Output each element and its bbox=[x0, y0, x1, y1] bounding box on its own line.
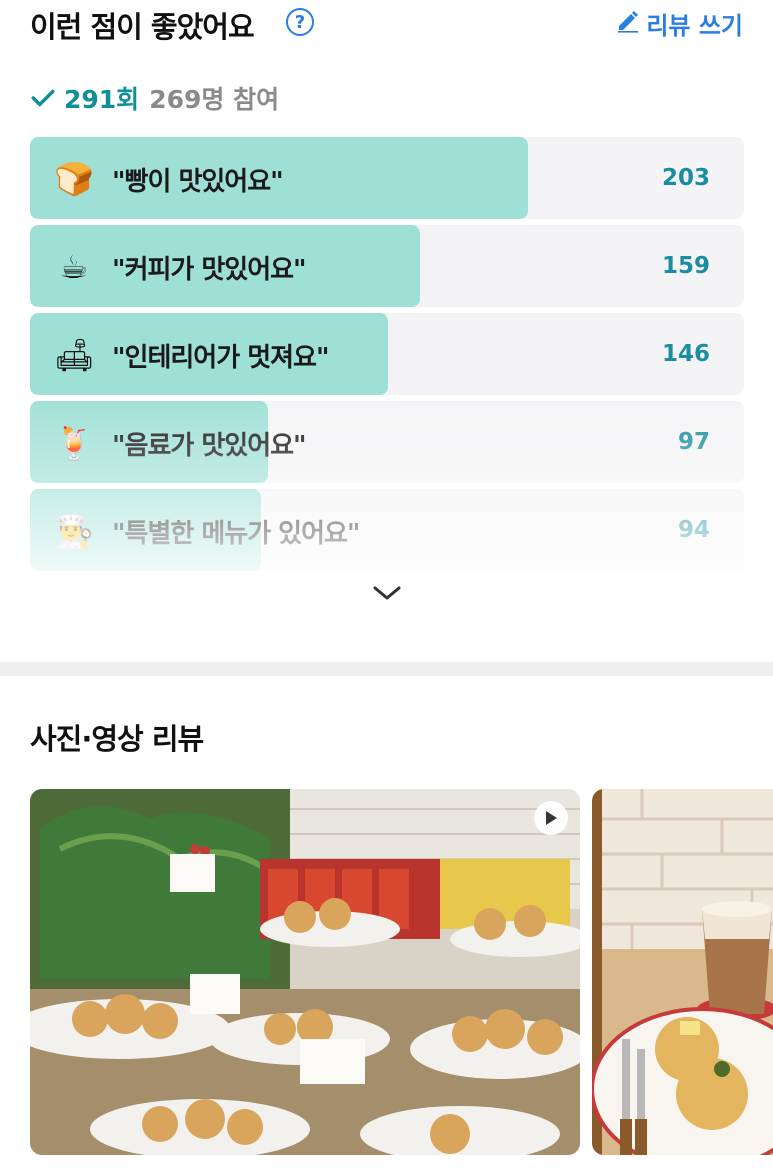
expand-more-button[interactable] bbox=[367, 583, 407, 613]
vote-count: 97 bbox=[677, 429, 710, 455]
photo-review-video-thumbnail[interactable] bbox=[30, 789, 580, 1155]
vote-label: "음료가 맛있어요" bbox=[112, 431, 307, 461]
check-icon bbox=[30, 85, 56, 111]
review-keywords-header: 이런 점이 좋았어요 ? 리뷰 쓰기 bbox=[30, 0, 743, 44]
write-review-label: 리뷰 쓰기 bbox=[646, 12, 743, 40]
vote-summary: 291회 269명 참여 bbox=[30, 80, 279, 116]
section-title-photo-reviews: 사진·영상 리뷰 bbox=[30, 722, 204, 756]
vote-count: 94 bbox=[677, 517, 710, 543]
sofa-icon: 🛋 bbox=[54, 336, 95, 374]
vote-count: 146 bbox=[661, 341, 710, 367]
write-review-button[interactable]: 리뷰 쓰기 bbox=[616, 6, 743, 41]
bread-icon: 🍞 bbox=[54, 160, 94, 198]
pencil-icon bbox=[616, 9, 640, 39]
participant-count: 269명 참여 bbox=[149, 85, 280, 114]
chef-icon: 👨‍🍳 bbox=[54, 512, 94, 550]
help-icon[interactable]: ? bbox=[286, 8, 314, 36]
vote-item-coffee[interactable]: ☕ "커피가 맛있어요" 159 bbox=[30, 225, 744, 307]
tropical-drink-icon: 🍹 bbox=[54, 424, 94, 462]
vote-item-bread[interactable]: 🍞 "빵이 맛있어요" 203 bbox=[30, 137, 744, 219]
vote-count: 159 bbox=[661, 253, 710, 279]
vote-item-special-menu[interactable]: 👨‍🍳 "특별한 메뉴가 있어요" 94 bbox=[30, 489, 744, 571]
coffee-icon: ☕ bbox=[59, 248, 89, 286]
vote-count: 203 bbox=[661, 165, 710, 191]
vote-list: 🍞 "빵이 맛있어요" 203 ☕ "커피가 맛있어요" 159 🛋 "인테리어… bbox=[30, 137, 744, 577]
vote-label: "인테리어가 멋져요" bbox=[112, 343, 330, 373]
vote-item-drink[interactable]: 🍹 "음료가 맛있어요" 97 bbox=[30, 401, 744, 483]
total-votes: 291회 bbox=[64, 85, 140, 114]
photo-review-thumbnail[interactable] bbox=[592, 789, 773, 1155]
vote-label: "빵이 맛있어요" bbox=[112, 167, 284, 197]
play-icon[interactable] bbox=[534, 801, 568, 835]
vote-label: "커피가 맛있어요" bbox=[112, 255, 307, 285]
chevron-down-icon bbox=[373, 586, 401, 600]
bakery-display-image bbox=[30, 789, 580, 1155]
section-title-keywords: 이런 점이 좋았어요 bbox=[30, 10, 255, 44]
photo-review-carousel[interactable] bbox=[30, 789, 773, 1155]
section-divider bbox=[0, 662, 773, 676]
vote-label: "특별한 메뉴가 있어요" bbox=[112, 519, 360, 549]
vote-item-interior[interactable]: 🛋 "인테리어가 멋져요" 146 bbox=[30, 313, 744, 395]
scone-and-coffee-image bbox=[592, 789, 773, 1155]
